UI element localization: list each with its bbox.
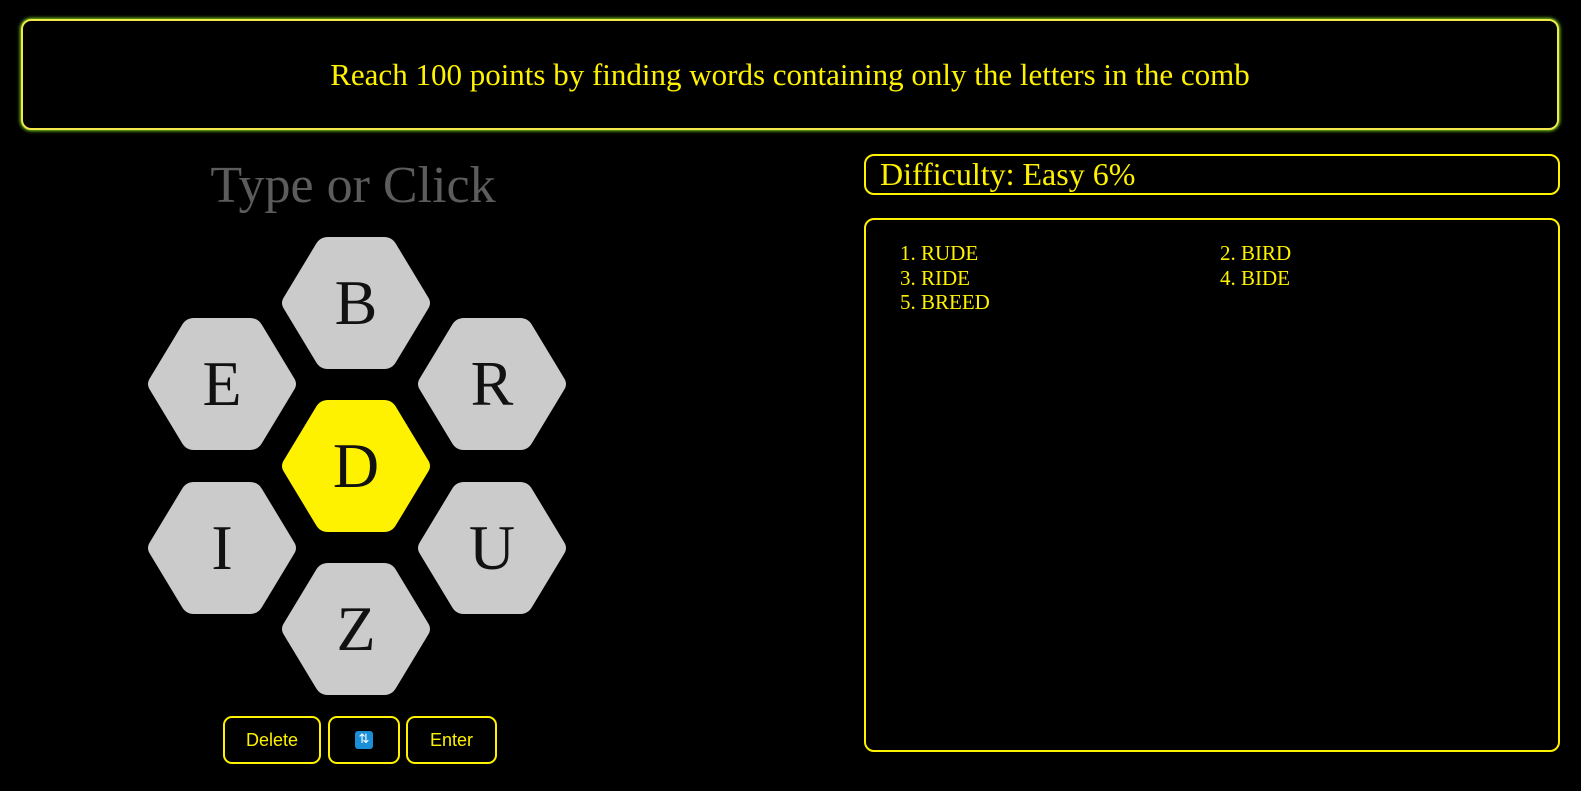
hex-center[interactable]: D (280, 398, 432, 534)
hex-lower-right[interactable]: U (416, 480, 568, 616)
instructions-banner: Reach 100 points by finding words contai… (21, 19, 1559, 130)
hex-lower-left[interactable]: I (146, 480, 298, 616)
hex-letter: Z (336, 593, 376, 664)
hex-letter: B (334, 267, 378, 338)
hex-letter: E (202, 348, 242, 419)
hex-letter: U (468, 512, 516, 583)
delete-button-label: Delete (245, 729, 299, 750)
enter-button[interactable]: Enter (406, 716, 497, 764)
shuffle-icon: ⇅ (355, 731, 373, 749)
found-word-item: 1. RUDE (900, 241, 979, 265)
found-word-item: 5. BREED (900, 290, 990, 314)
instructions-text: Reach 100 points by finding words contai… (330, 56, 1250, 92)
delete-button[interactable]: Delete (223, 716, 321, 764)
word-input-prompt[interactable]: Type or Click (150, 156, 556, 216)
difficulty-status: Difficulty: Easy 6% (864, 154, 1560, 195)
found-words-panel: 1. RUDE 2. BIRD 3. RIDE 4. BIDE 5. BREED (864, 218, 1560, 752)
found-word-item: 3. RIDE (900, 265, 970, 290)
hex-letter: D (332, 430, 380, 501)
hex-top[interactable]: B (280, 235, 432, 371)
shuffle-button[interactable]: ⇅ (328, 716, 400, 764)
found-words-list: 1. RUDE 2. BIRD 3. RIDE 4. BIDE 5. BREED (900, 241, 1540, 315)
hex-letter: I (211, 512, 233, 583)
enter-button-label: Enter (429, 729, 474, 750)
hex-bottom[interactable]: Z (280, 561, 432, 697)
hex-upper-left[interactable]: E (146, 316, 298, 452)
found-word-item: 2. BIRD (1220, 241, 1292, 265)
found-word-item: 4. BIDE (1220, 265, 1290, 290)
hex-letter: R (470, 348, 514, 419)
hex-upper-right[interactable]: R (416, 316, 568, 452)
